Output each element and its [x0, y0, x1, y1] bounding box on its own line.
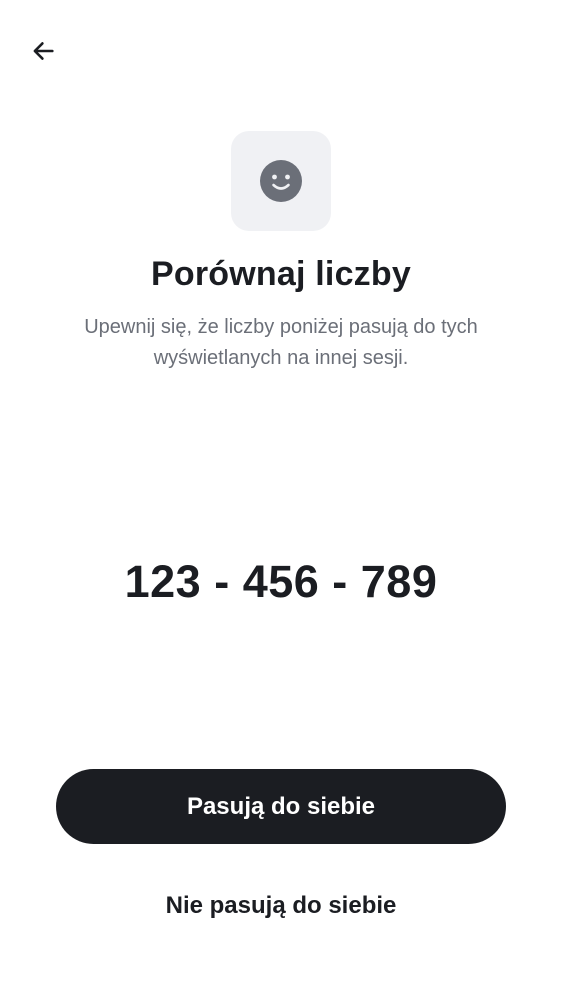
numbers-dont-match-button[interactable]: Nie pasują do siebie	[56, 876, 506, 936]
numbers-match-button[interactable]: Pasują do siebie	[56, 769, 506, 844]
arrow-left-icon	[33, 42, 54, 60]
page-subtitle: Upewnij się, że liczby poniżej pasują do…	[84, 316, 478, 369]
back-button[interactable]	[22, 30, 64, 72]
page-title: Porównaj liczby	[151, 255, 411, 293]
verification-icon-tile	[231, 131, 331, 231]
numbers-match-label: Pasują do siebie	[186, 792, 376, 820]
smiley-face-icon	[260, 160, 302, 202]
numbers-dont-match-label: Nie pasują do siebie	[165, 892, 397, 919]
verification-code: 123 - 456 - 789	[124, 556, 438, 607]
